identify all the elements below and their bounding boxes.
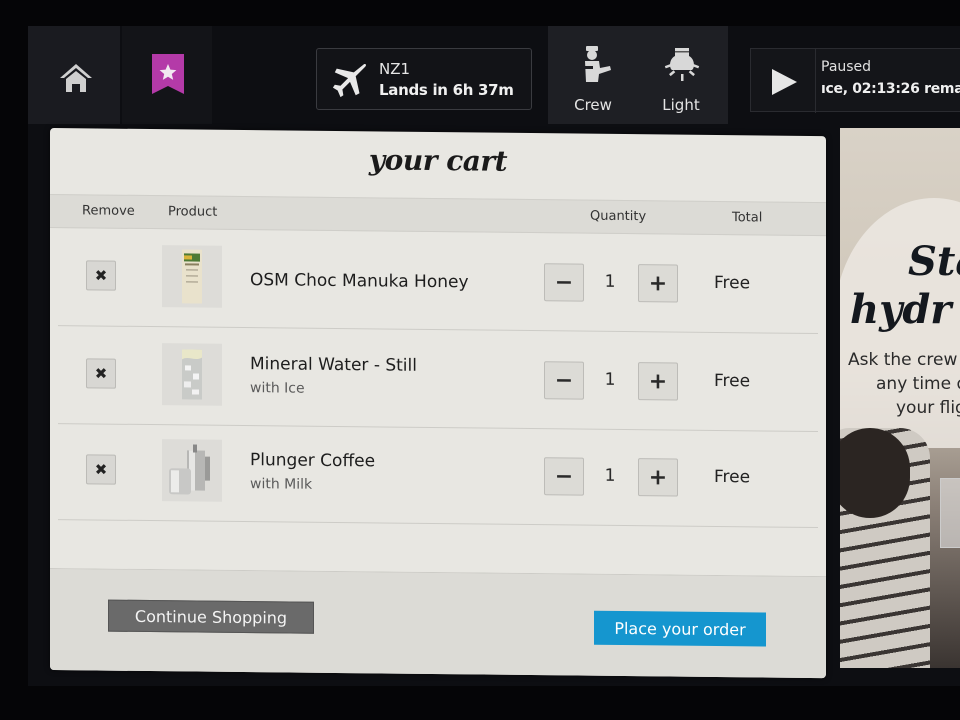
reading-light-icon — [664, 48, 700, 81]
promo-title-line2: hydr — [850, 286, 952, 333]
item-total: Free — [714, 370, 751, 392]
quantity-value: 1 — [604, 271, 616, 292]
media-divider — [815, 49, 816, 113]
home-button[interactable] — [28, 26, 120, 124]
crew-call-button[interactable]: Crew — [548, 26, 638, 124]
snack-bar-icon — [182, 249, 202, 304]
cart-item-row: ✖ OSM Choc Manuka Honey − 1 + Free — [58, 230, 818, 335]
promo-body-line3: your flig — [896, 398, 960, 418]
plus-icon: + — [648, 270, 668, 296]
cart-column-header: Remove Product Quantity Total — [50, 194, 826, 237]
product-thumbnail — [162, 245, 222, 308]
cart-panel: your cart Remove Product Quantity Total … — [50, 128, 826, 679]
playback-remaining: ıce, 02:13:26 remain — [821, 81, 960, 97]
remove-item-button[interactable]: ✖ — [86, 454, 116, 485]
play-icon[interactable] — [769, 67, 799, 97]
place-order-button[interactable]: Place your order — [594, 610, 766, 647]
minus-icon: − — [554, 269, 574, 295]
cart-item-row: ✖ Plunger Coffee with Milk − 1 + Free — [58, 424, 818, 529]
increase-quantity-button[interactable]: + — [638, 362, 678, 401]
cart-item-row: ✖ Mineral Water - Still with Ice − 1 + F… — [58, 328, 818, 433]
coffee-plunger-icon — [169, 444, 210, 495]
minus-icon: − — [554, 463, 574, 489]
continue-shopping-button[interactable]: Continue Shopping — [108, 599, 314, 634]
increase-quantity-button[interactable]: + — [638, 264, 678, 303]
crew-label: Crew — [574, 96, 612, 114]
decrease-quantity-button[interactable]: − — [544, 263, 584, 302]
now-playing[interactable]: Paused ıce, 02:13:26 remain — [750, 48, 960, 113]
promo-title-line1: Sta — [908, 238, 960, 285]
product-thumbnail — [162, 343, 222, 406]
cart-footer: Continue Shopping Place your order — [50, 568, 826, 679]
promo-body-line2: any time d — [876, 374, 960, 394]
column-remove: Remove — [82, 203, 135, 219]
item-total: Free — [714, 466, 751, 488]
home-icon — [60, 64, 92, 92]
remove-item-button[interactable]: ✖ — [86, 358, 116, 389]
product-name: OSM Choc Manuka Honey — [250, 270, 469, 293]
minus-icon: − — [554, 367, 574, 393]
promo-photo-glass — [940, 478, 960, 548]
light-label: Light — [662, 96, 700, 114]
product-thumbnail — [162, 439, 222, 502]
close-icon: ✖ — [94, 266, 108, 285]
close-icon: ✖ — [94, 364, 108, 383]
playback-status: Paused — [821, 59, 872, 75]
airplane-icon — [332, 64, 366, 98]
quantity-value: 1 — [604, 465, 616, 486]
flight-number: NZ1 — [379, 60, 411, 78]
item-total: Free — [714, 272, 751, 294]
reading-light-button[interactable]: Light — [636, 26, 726, 124]
promo-banner[interactable]: Sta hydr Ask the crew any time d your fl… — [840, 128, 960, 668]
column-product: Product — [168, 204, 218, 220]
increase-quantity-button[interactable]: + — [638, 458, 678, 497]
column-quantity: Quantity — [590, 208, 647, 225]
remove-item-button[interactable]: ✖ — [86, 260, 116, 291]
plus-icon: + — [648, 368, 668, 394]
cart-title: your cart — [368, 143, 508, 178]
product-option: with Ice — [250, 380, 305, 397]
plus-icon: + — [648, 464, 668, 490]
top-bar: NZ1 Lands in 6h 37m Crew Light Paused ıc… — [28, 26, 960, 124]
crew-call-icon — [583, 46, 611, 82]
bookmark-star-icon — [152, 54, 184, 94]
close-icon: ✖ — [94, 460, 108, 479]
decrease-quantity-button[interactable]: − — [544, 361, 584, 400]
landing-countdown: Lands in 6h 37m — [379, 81, 514, 99]
flight-info[interactable]: NZ1 Lands in 6h 37m — [316, 48, 532, 110]
quantity-value: 1 — [604, 369, 616, 390]
promo-body-line1: Ask the crew — [848, 350, 958, 370]
promo-photo-head — [840, 428, 910, 518]
decrease-quantity-button[interactable]: − — [544, 457, 584, 496]
product-name: Mineral Water - Still — [250, 354, 417, 376]
column-total: Total — [732, 210, 763, 226]
product-option: with Milk — [250, 476, 313, 493]
water-glass-icon — [182, 349, 202, 400]
product-name: Plunger Coffee — [250, 450, 376, 472]
